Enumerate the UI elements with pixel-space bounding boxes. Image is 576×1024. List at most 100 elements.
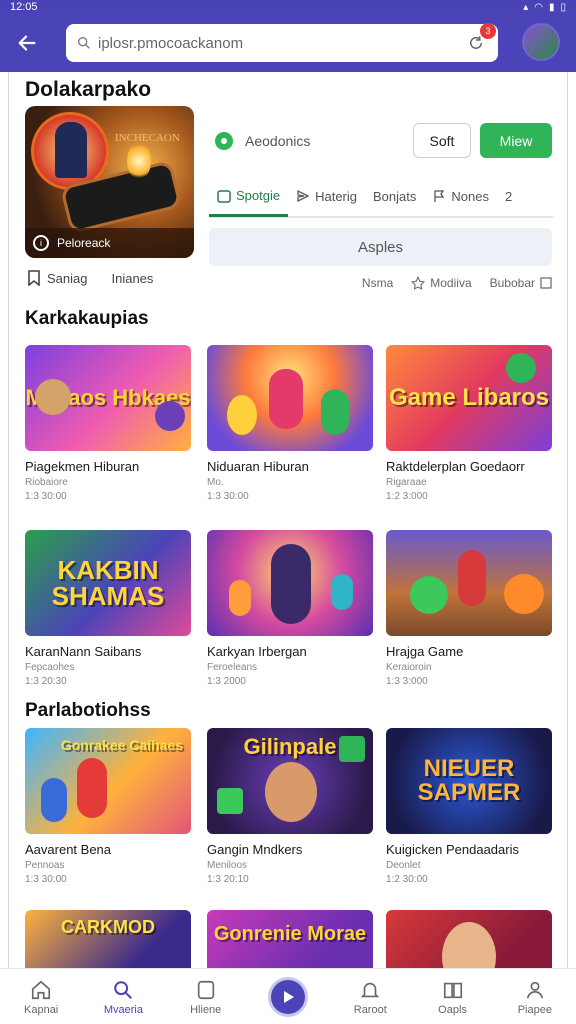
- thumbnail-title: Game Libaros: [388, 384, 550, 411]
- search-bar[interactable]: 3: [66, 23, 498, 62]
- card-title: Kuigicken Pendaadaris: [386, 842, 519, 857]
- nav-home[interactable]: Kapnai: [9, 978, 73, 1016]
- nav-report[interactable]: Raroot: [338, 978, 402, 1016]
- filter-modiiva[interactable]: Modiiva: [411, 276, 472, 290]
- main-content: Dolakarpako INCHECAON i Peloreack Saniag…: [8, 72, 568, 968]
- signal-icon: ▴: [523, 1, 529, 13]
- thumbnail-title: Gonrenie Morae: [213, 923, 367, 945]
- game-thumbnail: NIEUER SAPMER: [386, 728, 552, 834]
- bottom-nav: Kapnai Mvaeria Hliene Raroot Oapls Piape…: [0, 968, 576, 1024]
- game-card[interactable]: Makaos Hbkaes Piagekmen Hiburan Riobaior…: [25, 345, 191, 502]
- card-subtitle: Meniloos: [207, 860, 248, 871]
- nav-profile[interactable]: Piapee: [503, 978, 567, 1016]
- thumbnail-title: Gonrakee Caihaes: [60, 737, 183, 753]
- filter-label: Nsma: [361, 276, 394, 290]
- tab-haterig[interactable]: Haterig: [288, 176, 365, 216]
- soft-button[interactable]: Soft: [413, 123, 471, 158]
- tab-spotgie[interactable]: Spotgie: [209, 177, 289, 217]
- nav-play[interactable]: [256, 976, 320, 1017]
- card-subtitle: Riobaiore: [25, 477, 68, 488]
- filter-label: Bubobar: [489, 276, 535, 290]
- card-subtitle: Feroeleans: [207, 662, 258, 673]
- info-icon: [540, 277, 552, 289]
- card-meta: 1:3 30:00: [207, 491, 249, 502]
- tab-more[interactable]: 2: [497, 176, 520, 216]
- game-thumbnail: Gonrakee Caihaes: [25, 728, 191, 834]
- nav-label: Kapnai: [24, 1003, 59, 1016]
- refresh-button[interactable]: 3: [464, 23, 496, 55]
- filter-label: Modiiva: [430, 276, 472, 290]
- hero-caption: i Peloreack: [25, 228, 194, 258]
- game-card[interactable]: Game Libaros Raktdelerplan Goedaorr Riga…: [386, 345, 552, 502]
- card-subtitle: Deonlet: [386, 860, 421, 871]
- game-card[interactable]: Niduaran Hiburan Mo. 1:3 30:00: [207, 345, 373, 502]
- game-card[interactable]: Gonrenie Morae: [207, 910, 373, 968]
- game-thumbnail: Gonrenie Morae: [207, 910, 373, 968]
- game-thumbnail: [207, 530, 373, 636]
- battery-icon: ▯: [560, 1, 566, 13]
- section-title-first: Karkakaupias: [25, 308, 149, 329]
- save-action[interactable]: Saniag: [27, 270, 87, 286]
- cellular-icon: ▮: [548, 1, 555, 13]
- status-label: Aeodonics: [245, 133, 311, 149]
- nav-label: Mvaeria: [103, 1003, 143, 1016]
- inianes-action[interactable]: Inianes: [111, 270, 153, 286]
- status-icons: ▴ ◠ ▮ ▯: [523, 2, 566, 13]
- thumbnail-title: NIEUER SAPMER: [417, 755, 521, 806]
- game-thumbnail: [207, 345, 373, 451]
- back-button[interactable]: [12, 28, 42, 58]
- card-meta: 1:2 3:000: [386, 491, 428, 502]
- home-icon: [28, 978, 54, 1002]
- nav-label: Oapls: [438, 1003, 467, 1016]
- card-meta: 1:3 30:00: [25, 491, 67, 502]
- notification-badge: 3: [480, 23, 496, 39]
- game-card[interactable]: Hrajga Game Keraioroin 1:3 3:000: [386, 530, 552, 687]
- hero-image[interactable]: INCHECAON i Peloreack: [25, 106, 194, 258]
- tab-bonjats[interactable]: Bonjats: [365, 176, 424, 216]
- nav-library[interactable]: Oapls: [421, 978, 485, 1016]
- view-button[interactable]: Miew: [480, 123, 552, 158]
- game-thumbnail: Game Libaros: [386, 345, 552, 451]
- hero-overlay-text: INCHECAON: [115, 132, 180, 144]
- book-icon: [440, 978, 466, 1002]
- game-thumbnail: CARKMOD: [25, 910, 191, 968]
- game-card[interactable]: Gonrakee Caihaes Aavarent Bena Pennoas 1…: [25, 728, 191, 885]
- game-card[interactable]: KAKBIN SHAMAS KaranNann Saibans Fepcaohe…: [25, 530, 191, 687]
- filter-bubobar[interactable]: Bubobar: [490, 276, 552, 290]
- card-meta: 1:3 3:000: [386, 676, 428, 687]
- game-card[interactable]: CARKMOD: [25, 910, 191, 968]
- card-subtitle: Rigaraae: [386, 477, 427, 488]
- game-card[interactable]: [386, 910, 552, 968]
- tab-nones[interactable]: Nones: [424, 176, 497, 216]
- thumbnail-title: CARKMOD: [61, 917, 155, 937]
- game-thumbnail: Gilinpale: [207, 728, 373, 834]
- share-icon: [297, 189, 310, 203]
- hero-flame: [127, 142, 151, 180]
- wifi-icon: ◠: [534, 1, 543, 13]
- nav-games[interactable]: Hliene: [174, 978, 238, 1016]
- card-title: KaranNann Saibans: [25, 644, 142, 659]
- game-card[interactable]: NIEUER SAPMER Kuigicken Pendaadaris Deon…: [386, 728, 552, 885]
- game-thumbnail: Makaos Hbkaes: [25, 345, 191, 451]
- card-title: Raktdelerplan Goedaorr: [386, 459, 525, 474]
- play-icon: [267, 976, 308, 1017]
- filter-nsma[interactable]: Nsma: [362, 276, 393, 290]
- card-subtitle: Mo.: [207, 477, 224, 488]
- tab-label: Bonjats: [373, 188, 417, 204]
- game-card[interactable]: Karkyan Irbergan Feroeleans 1:3 2000: [207, 530, 373, 687]
- card-title: Karkyan Irbergan: [207, 644, 307, 659]
- avatar[interactable]: [522, 23, 560, 61]
- nav-search[interactable]: Mvaeria: [91, 978, 155, 1016]
- page-title: Dolakarpako: [25, 78, 152, 101]
- search-input[interactable]: [98, 34, 464, 52]
- tab-label: Haterig: [315, 188, 358, 204]
- card-meta: 1:3 2000: [207, 676, 246, 687]
- card-meta: 1:3 20:10: [207, 874, 249, 885]
- apps-banner[interactable]: Asples: [209, 228, 552, 266]
- thumbnail-title: Gilinpale: [243, 734, 337, 759]
- game-card[interactable]: Gilinpale Gangin Mndkers Meniloos 1:3 20…: [207, 728, 373, 885]
- filter-row: Nsma Modiiva Bubobar: [209, 276, 552, 290]
- status-bar: 12:05 ▴ ◠ ▮ ▯: [0, 0, 576, 14]
- card-title: Gangin Mndkers: [207, 842, 303, 857]
- thumbnail-title: KAKBIN SHAMAS: [51, 555, 165, 611]
